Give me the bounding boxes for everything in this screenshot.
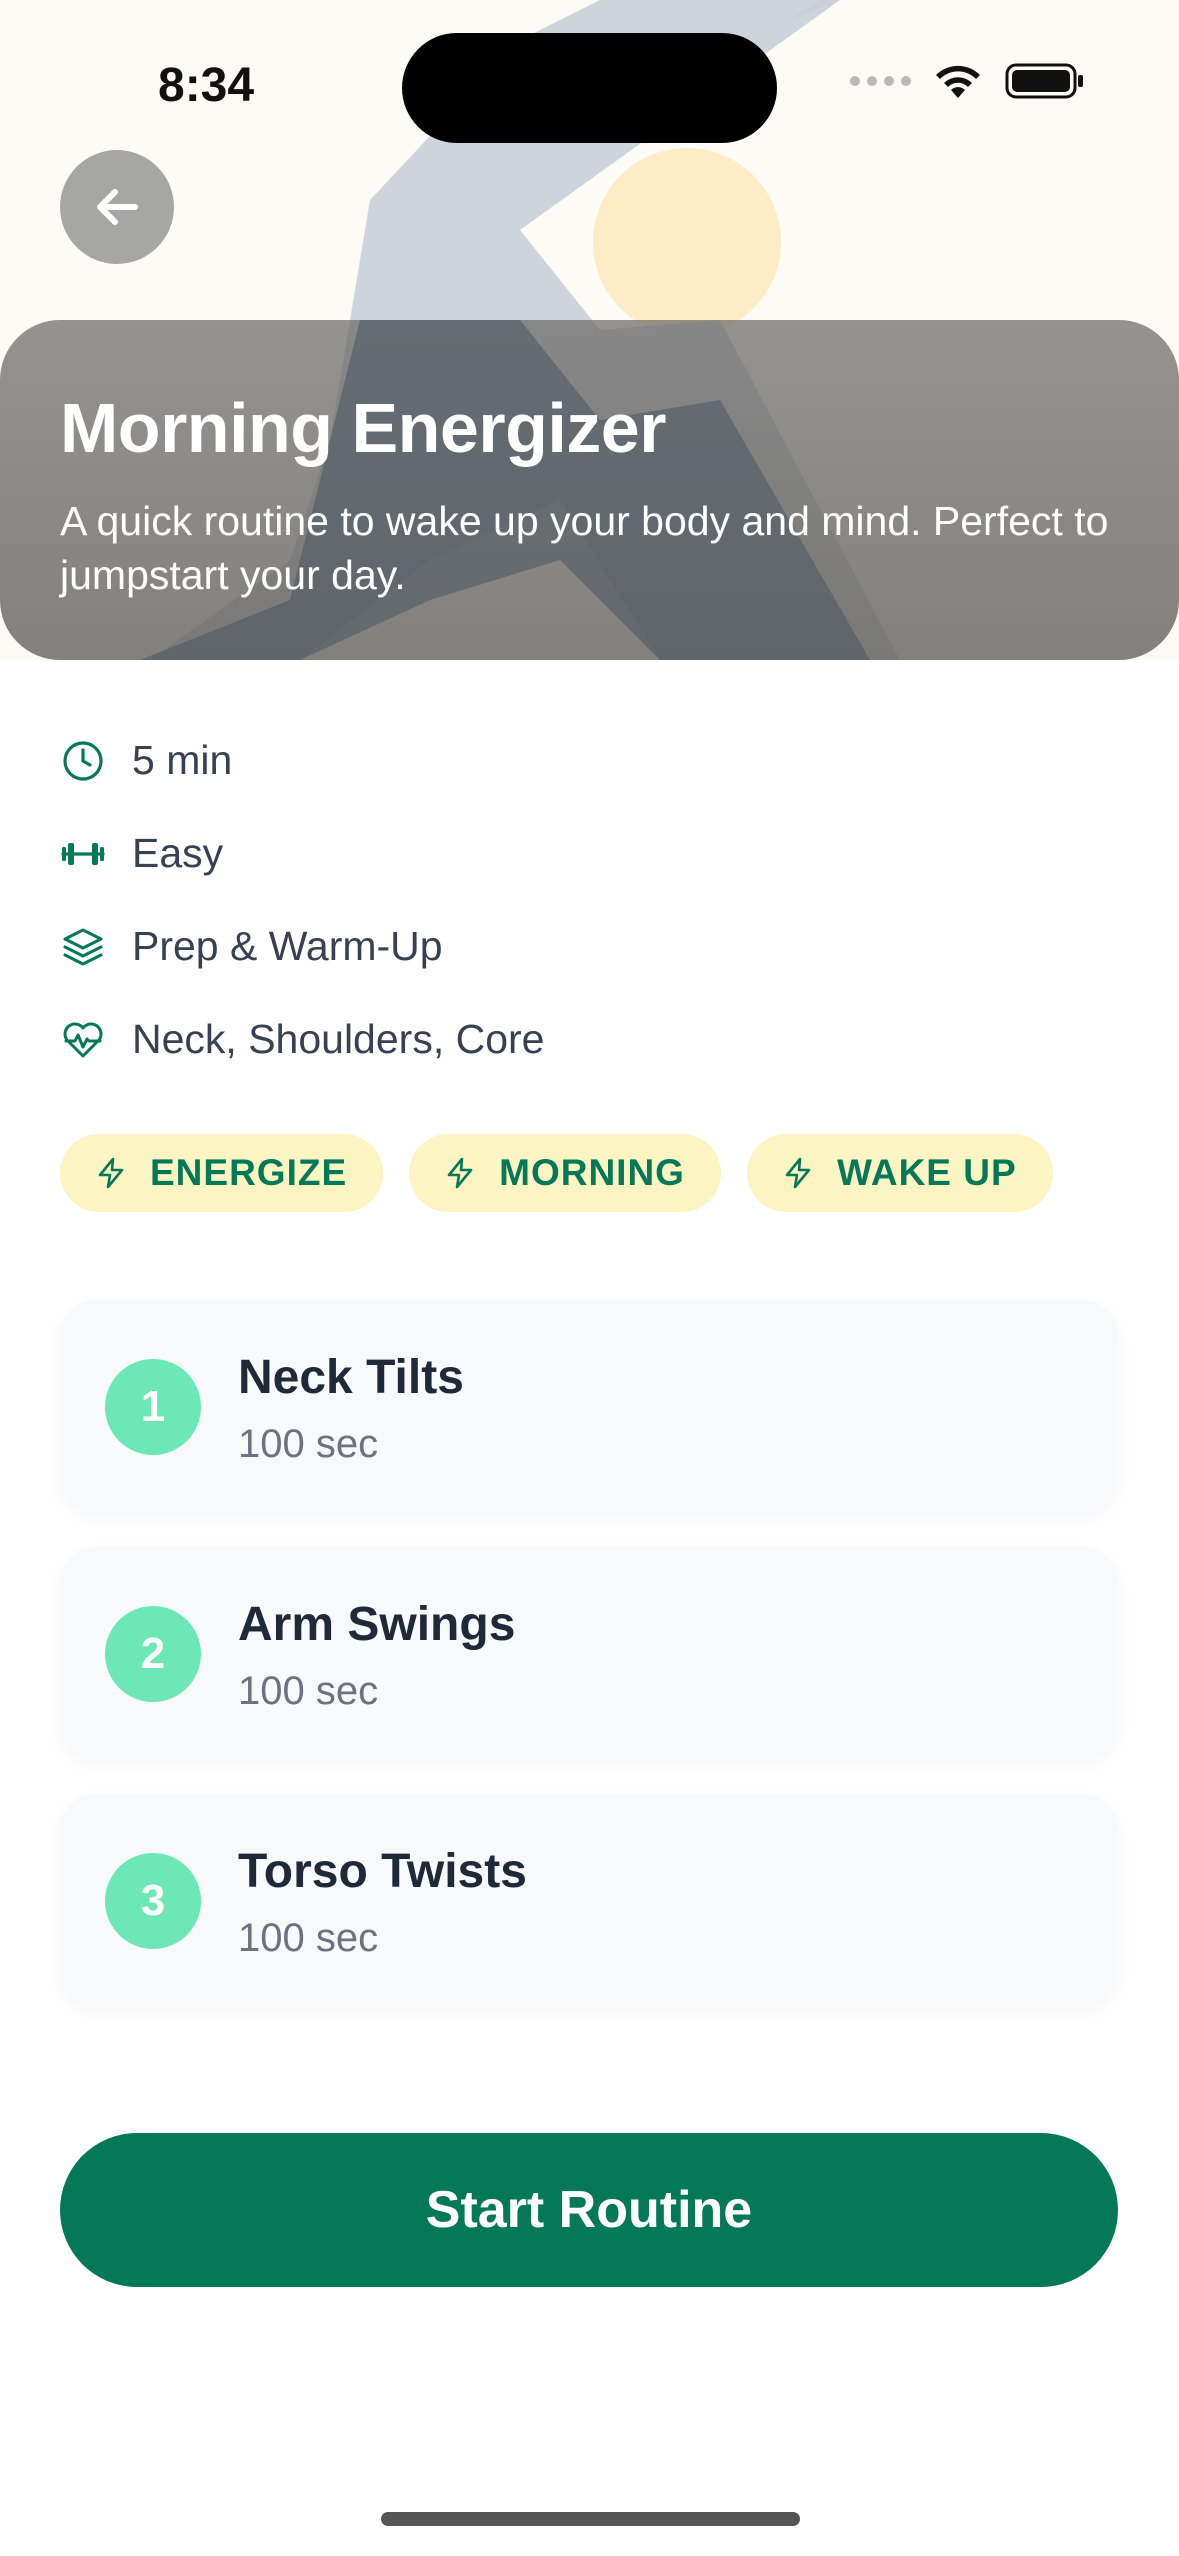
- dumbbell-icon: [61, 842, 105, 865]
- cellular-signal-icon: [850, 76, 911, 86]
- routine-meta-list: 5 min Easy Prep & Warm-Up Neck, Shoulder…: [60, 714, 544, 1086]
- status-time: 8:34: [158, 59, 255, 112]
- meta-body-areas-text: Neck, Shoulders, Core: [132, 1016, 545, 1062]
- heart-pulse-icon: [63, 1022, 103, 1057]
- dynamic-island: [402, 33, 777, 143]
- exercise-duration: 100 sec: [238, 1422, 379, 1466]
- wifi-icon: [936, 65, 980, 98]
- tag-energize: ENERGIZE: [60, 1134, 384, 1212]
- tag-label: WAKE UP: [836, 1152, 1017, 1193]
- tag-label: MORNING: [499, 1152, 685, 1193]
- tag-wake-up: WAKE UP: [746, 1134, 1053, 1212]
- tag-morning: MORNING: [409, 1134, 721, 1212]
- tag-list: ENERGIZE MORNING WAKE UP: [60, 1134, 1053, 1212]
- routine-title: Morning Energizer: [60, 389, 666, 467]
- status-indicators: [850, 62, 1085, 100]
- exercise-card[interactable]: 1 Neck Tilts 100 sec: [60, 1300, 1118, 1512]
- routine-description: A quick routine to wake up your body and…: [60, 498, 1109, 598]
- meta-category: Prep & Warm-Up: [60, 900, 544, 993]
- lightning-icon: [98, 1157, 124, 1189]
- clock-icon: [63, 740, 103, 781]
- hero-header: 8:34 Morning Energizer A quick routine t…: [0, 0, 1179, 660]
- exercise-card[interactable]: 2 Arm Swings 100 sec: [60, 1547, 1118, 1759]
- exercise-card[interactable]: 3 Torso Twists 100 sec: [60, 1794, 1118, 2006]
- exercise-name: Torso Twists: [238, 1845, 527, 1898]
- meta-body-areas: Neck, Shoulders, Core: [60, 993, 544, 1086]
- arrow-left-icon: [97, 189, 138, 225]
- exercise-number-badge: 2: [105, 1606, 201, 1702]
- battery-icon: [1005, 63, 1083, 99]
- meta-duration-text: 5 min: [132, 737, 233, 783]
- meta-difficulty: Easy: [60, 807, 544, 900]
- exercise-duration: 100 sec: [238, 1669, 379, 1713]
- exercise-number-badge: 1: [105, 1359, 201, 1455]
- exercise-name: Neck Tilts: [238, 1351, 464, 1404]
- hero-overlay-panel: [0, 320, 1179, 660]
- tag-label: ENERGIZE: [150, 1152, 348, 1193]
- meta-category-text: Prep & Warm-Up: [132, 923, 443, 969]
- exercise-duration: 100 sec: [238, 1916, 379, 1960]
- back-button[interactable]: [60, 150, 174, 264]
- exercise-number-badge: 3: [105, 1853, 201, 1949]
- lightning-icon: [447, 1157, 473, 1189]
- home-indicator[interactable]: [381, 2512, 800, 2526]
- exercise-name: Arm Swings: [238, 1598, 516, 1651]
- meta-duration: 5 min: [60, 714, 544, 807]
- lightning-icon: [785, 1157, 811, 1189]
- layers-icon: [63, 928, 103, 965]
- start-routine-button[interactable]: Start Routine: [60, 2133, 1118, 2287]
- meta-difficulty-text: Easy: [132, 830, 224, 876]
